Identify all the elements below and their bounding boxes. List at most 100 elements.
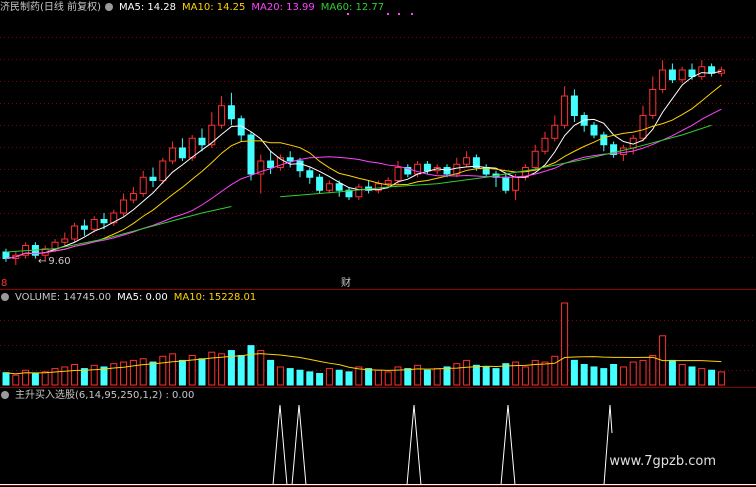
volume-bar-down xyxy=(668,359,676,386)
signal-spike xyxy=(500,404,516,486)
volume-bar-down xyxy=(610,364,618,386)
low-price-value: 9.60 xyxy=(48,256,71,267)
volume-bar-down xyxy=(580,364,588,386)
low-price-marker: ← 9.60 xyxy=(38,256,71,267)
settings-icon[interactable] xyxy=(1,391,9,399)
candle-up xyxy=(512,176,520,191)
volume-ma5: MA5: 0.00 xyxy=(117,292,168,303)
volume-bar-up xyxy=(71,364,79,386)
volume-bar-up xyxy=(619,366,627,386)
candle-down xyxy=(423,163,431,172)
volume-bar-up xyxy=(208,351,216,386)
volume-bar-down xyxy=(31,373,39,386)
volume-bar-down xyxy=(296,369,304,386)
volume-bar-up xyxy=(433,368,441,386)
volume-bar-down xyxy=(149,361,157,386)
candle-up xyxy=(325,183,333,191)
settings-icon[interactable] xyxy=(104,3,113,11)
candle-down xyxy=(668,69,676,81)
candle-up xyxy=(71,225,79,240)
volume-bar-up xyxy=(355,366,363,386)
candle-up xyxy=(61,238,69,243)
candle-up xyxy=(188,137,196,159)
candle-up xyxy=(678,69,686,81)
volume-bar-down xyxy=(316,373,324,386)
volume-bar-up xyxy=(139,358,147,386)
volume-bar-up xyxy=(649,354,657,386)
volume-bar-up xyxy=(110,363,118,386)
volume-bar-up xyxy=(129,359,137,386)
candle-up xyxy=(639,115,647,139)
volume-bar-up xyxy=(218,353,226,386)
candle-down xyxy=(100,219,108,224)
candle-down xyxy=(267,160,275,168)
candle-up xyxy=(619,147,627,155)
ma5-line xyxy=(5,70,722,259)
volume-bar-down xyxy=(365,368,373,386)
candle-up xyxy=(90,219,98,230)
candle-up xyxy=(51,241,59,250)
volume-bar-down xyxy=(286,368,294,386)
volume-bar-up xyxy=(12,374,20,386)
stock-chart-window: 济民制药(日线 前复权) MA5: 14.28 MA10: 14.25 MA20: 1… xyxy=(0,0,756,487)
volume-bar-up xyxy=(276,366,284,386)
volume-bar-down xyxy=(237,354,245,386)
volume-bar-up xyxy=(90,364,98,386)
candle-up xyxy=(159,160,167,181)
volume-bar-up xyxy=(717,371,725,386)
volume-bar-down xyxy=(590,366,598,386)
candle-up xyxy=(463,157,471,165)
candle-up xyxy=(384,180,392,185)
ma60-line xyxy=(5,206,232,253)
volume-bar-up xyxy=(325,368,333,386)
volume-bar-up xyxy=(629,361,637,386)
volume-bar-down xyxy=(708,369,716,386)
volume-bar-down xyxy=(247,345,255,386)
candle-down xyxy=(286,157,294,162)
volume-bar-up xyxy=(120,361,128,386)
volume-bar-down xyxy=(472,364,480,386)
candle-down xyxy=(316,176,324,191)
volume-bar-up xyxy=(374,369,382,386)
candle-down xyxy=(178,147,186,159)
volume-bar-up xyxy=(541,361,549,386)
settings-icon[interactable] xyxy=(1,293,9,301)
volume-bar-down xyxy=(688,366,696,386)
candle-up xyxy=(120,199,128,214)
finance-event-marker[interactable]: 财 xyxy=(341,277,351,290)
candle-up xyxy=(531,150,539,168)
volume-bar-down xyxy=(404,368,412,386)
volume-bar-down xyxy=(492,368,500,386)
signal-spike xyxy=(272,404,288,486)
signal-spike xyxy=(291,404,307,486)
candle-up xyxy=(649,89,657,116)
volume-bar-down xyxy=(600,368,608,386)
candle-down xyxy=(708,66,716,74)
candle-down xyxy=(2,251,10,259)
candle-up xyxy=(698,66,706,77)
volume-bar-down xyxy=(178,359,186,386)
top-marker-dot xyxy=(411,13,413,15)
volume-bar-up xyxy=(463,359,471,386)
candle-down xyxy=(296,160,304,172)
candle-down xyxy=(149,176,157,181)
signal-spike xyxy=(603,404,613,486)
indicator-title: 主升买入选股(6,14,95,250,1,2) : 0.00 xyxy=(15,390,195,401)
volume-title: VOLUME: 14745.00 xyxy=(15,292,112,303)
candle-up xyxy=(218,105,226,126)
candle-down xyxy=(570,95,578,116)
ma10-line xyxy=(5,84,722,259)
candle-up xyxy=(659,69,667,90)
candle-down xyxy=(306,170,314,178)
left-edge-marker: 8 xyxy=(1,278,8,289)
volume-bar-up xyxy=(159,355,167,386)
main-header: 济民制药(日线 前复权) MA5: 14.28 MA10: 14.25 MA20: 1… xyxy=(0,1,390,14)
candle-up xyxy=(208,124,216,146)
volume-bar-up xyxy=(453,363,461,386)
volume-bar-down xyxy=(423,369,431,386)
candle-up xyxy=(139,176,147,194)
watermark: www.7gpzb.com xyxy=(609,454,716,469)
candle-up xyxy=(169,147,177,162)
top-marker-dot xyxy=(398,13,400,15)
candle-down xyxy=(688,69,696,77)
